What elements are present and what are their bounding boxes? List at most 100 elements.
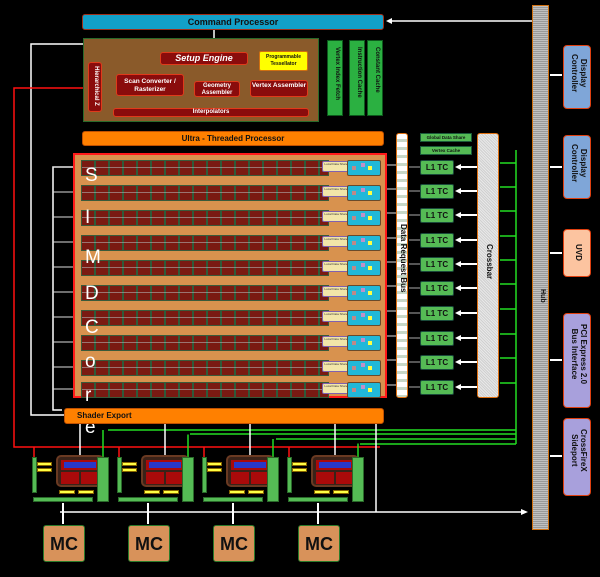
scan-converter-rasterizer: Scan Converter / Rasterizer (116, 74, 184, 96)
texture-unit (347, 160, 381, 176)
pcie-label: PCI Express 2.0 Bus Interface (570, 324, 588, 385)
arrowhead (386, 18, 392, 24)
setup-engine: Setup Engine (160, 52, 248, 65)
data-request-bus: Data Request Bus (396, 133, 408, 398)
memory-link (144, 490, 160, 494)
ultra-threaded-processor: Ultra - Threaded Processor (82, 131, 384, 146)
hierarchical-z-label: Hierarchical Z (93, 66, 99, 106)
simd-core-row (81, 285, 329, 301)
simd-core-row (81, 185, 329, 201)
l1-texture-cache: L1 TC (420, 306, 454, 321)
l2-cache (97, 457, 109, 502)
memory-link (78, 490, 94, 494)
texture-unit (347, 260, 381, 276)
simd-core-row (81, 382, 329, 398)
local-data-share: Local Data Share (322, 311, 350, 322)
vertex-assembler: Vertex Assembler (250, 80, 308, 97)
memory-link (163, 490, 179, 494)
programmable-tessellator: Programmable Tessellator (259, 51, 308, 71)
crossbar-label: Crossbar (485, 244, 494, 280)
l2-cache (182, 457, 194, 502)
simd-core-row (81, 235, 329, 251)
crossfirex-sideport: CrossFireX Sideport (563, 418, 591, 496)
memory-link (314, 490, 330, 494)
arrowhead (455, 212, 461, 218)
simd-cores-letter: C (85, 317, 99, 338)
vertex-index-fetch-label: Vertex Index Fetch (334, 47, 340, 101)
simd-cores-letter: D (85, 283, 99, 304)
simd-cores-letter: S (85, 165, 98, 186)
command-processor: Command Processor (82, 14, 384, 30)
memory-controller: MC (43, 525, 85, 562)
crossbar: Crossbar (477, 133, 499, 398)
pci-express-bus-interface: PCI Express 2.0 Bus Interface (563, 313, 591, 408)
vertex-index-fetch: Vertex Index Fetch (327, 40, 343, 116)
arrowhead (455, 384, 461, 390)
l1-texture-cache: L1 TC (420, 233, 454, 248)
l1-texture-cache: L1 TC (420, 257, 454, 272)
crossfirex-label: CrossFireX Sideport (570, 429, 588, 472)
texture-unit (347, 285, 381, 301)
arrowhead (455, 261, 461, 267)
memory-link (292, 468, 307, 472)
simd-core-row (81, 260, 329, 276)
memory-controller: MC (128, 525, 170, 562)
memory-controller: MC (213, 525, 255, 562)
local-data-share: Local Data Share (322, 361, 350, 372)
simd-core-array: Local Data Share Local Data Share Local Da… (73, 153, 387, 474)
l1-texture-cache: L1 TC (420, 380, 454, 395)
memory-link (248, 490, 264, 494)
local-data-share: Local Data Share (322, 383, 350, 394)
shader-export: Shader Export (64, 408, 384, 424)
simd-cores-letter: M (85, 247, 101, 268)
simd-core-row (81, 360, 329, 376)
local-data-share: Local Data Share (322, 211, 350, 222)
texture-unit (347, 235, 381, 251)
arrowhead (455, 310, 461, 316)
arrowhead (455, 237, 461, 243)
memory-link (292, 462, 307, 466)
texture-unit (347, 382, 381, 398)
interpolators: Interpolators (113, 108, 309, 117)
constant-cache-label: Constant Cache (374, 47, 380, 93)
l1-texture-cache: L1 TC (420, 331, 454, 346)
memory-data-bus (288, 497, 348, 502)
hierarchical-z: Hierarchical Z (88, 62, 102, 112)
l1-texture-cache: L1 TC (420, 160, 454, 175)
memory-link (59, 490, 75, 494)
simd-core-row (81, 160, 329, 176)
display-controller-1-label: Display Controller (570, 54, 588, 93)
memory-link (207, 462, 222, 466)
simd-core-row (81, 335, 329, 351)
l1-texture-cache: L1 TC (420, 208, 454, 223)
memory-data-bus (203, 497, 263, 502)
local-data-share: Local Data Share (322, 336, 350, 347)
memory-link (122, 468, 137, 472)
texture-unit (347, 360, 381, 376)
memory-link (37, 468, 52, 472)
instruction-cache-label: Instruction Cache (356, 47, 362, 98)
vertex-cache: Vertex Cache (420, 146, 472, 155)
arrowhead (455, 164, 461, 170)
l2-cache (352, 457, 364, 502)
hub-label: Hub (539, 289, 546, 303)
memory-link (333, 490, 349, 494)
hub: Hub (532, 5, 549, 530)
arrowhead (455, 285, 461, 291)
memory-data-bus (118, 497, 178, 502)
local-data-share: Local Data Share (322, 286, 350, 297)
display-controller-2-label: Display Controller (570, 144, 588, 183)
uvd: UVD (563, 229, 591, 277)
simd-cores-letter: o (85, 351, 96, 372)
l2-cache (267, 457, 279, 502)
simd-cores-letter: I (85, 207, 91, 228)
l1-texture-cache: L1 TC (420, 281, 454, 296)
uvd-label: UVD (574, 244, 583, 261)
memory-link (37, 462, 52, 466)
local-data-share: Local Data Share (322, 236, 350, 247)
geometry-assembler: Geometry Assembler (194, 81, 240, 97)
memory-link (229, 490, 245, 494)
simd-cores-letter: r (85, 385, 92, 406)
data-request-bus-label: Data Request Bus (399, 224, 408, 293)
l1-texture-cache: L1 TC (420, 184, 454, 199)
